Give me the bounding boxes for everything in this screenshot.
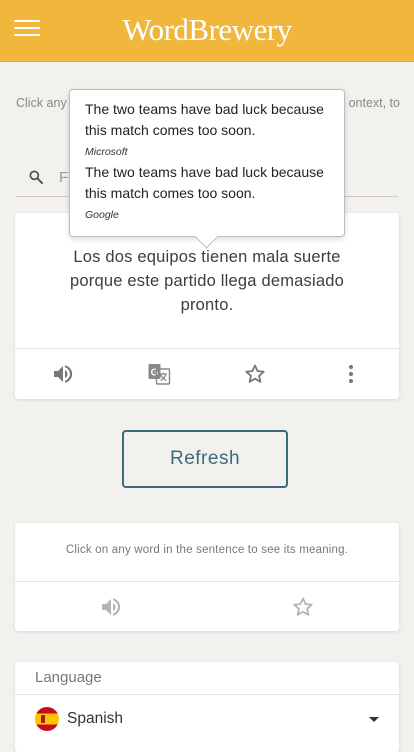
star-icon[interactable]: [243, 362, 267, 386]
translation-source-google: Google: [85, 209, 119, 221]
divider: [15, 694, 399, 695]
sentence-text[interactable]: Los dos equipos tienen mala suerte porqu…: [47, 245, 367, 317]
language-label: Language: [35, 669, 102, 686]
translation-text-google: The two teams have bad luck because this…: [85, 164, 324, 201]
search-icon: [29, 170, 43, 184]
star-icon[interactable]: [291, 595, 315, 619]
speaker-icon[interactable]: [51, 362, 75, 386]
search-placeholder[interactable]: F: [59, 169, 68, 186]
word-meaning-card: Click on any word in the sentence to see…: [15, 523, 399, 631]
dropdown-caret-icon[interactable]: [369, 717, 379, 722]
instruction-right: ontext, to: [348, 96, 400, 110]
language-card: Language Spanish: [15, 662, 399, 752]
refresh-button[interactable]: Refresh: [122, 430, 288, 488]
word-meaning-message: Click on any word in the sentence to see…: [65, 544, 349, 556]
language-select[interactable]: Spanish: [67, 710, 123, 728]
translate-icon[interactable]: G: [147, 362, 171, 386]
speaker-icon[interactable]: [99, 595, 123, 619]
translation-tooltip: The two teams have bad luck because this…: [69, 89, 345, 249]
app-header: WordBrewery: [0, 0, 414, 62]
more-vert-icon[interactable]: [339, 362, 363, 386]
translation-text-microsoft: The two teams have bad luck because this…: [85, 101, 324, 138]
app-logo[interactable]: WordBrewery: [0, 12, 414, 48]
spain-flag-icon: [35, 707, 59, 731]
word-toolbar: [15, 581, 399, 631]
translation-source-microsoft: Microsoft: [85, 146, 128, 158]
instruction-left: Click any: [16, 96, 67, 110]
sentence-toolbar: G: [15, 348, 399, 399]
